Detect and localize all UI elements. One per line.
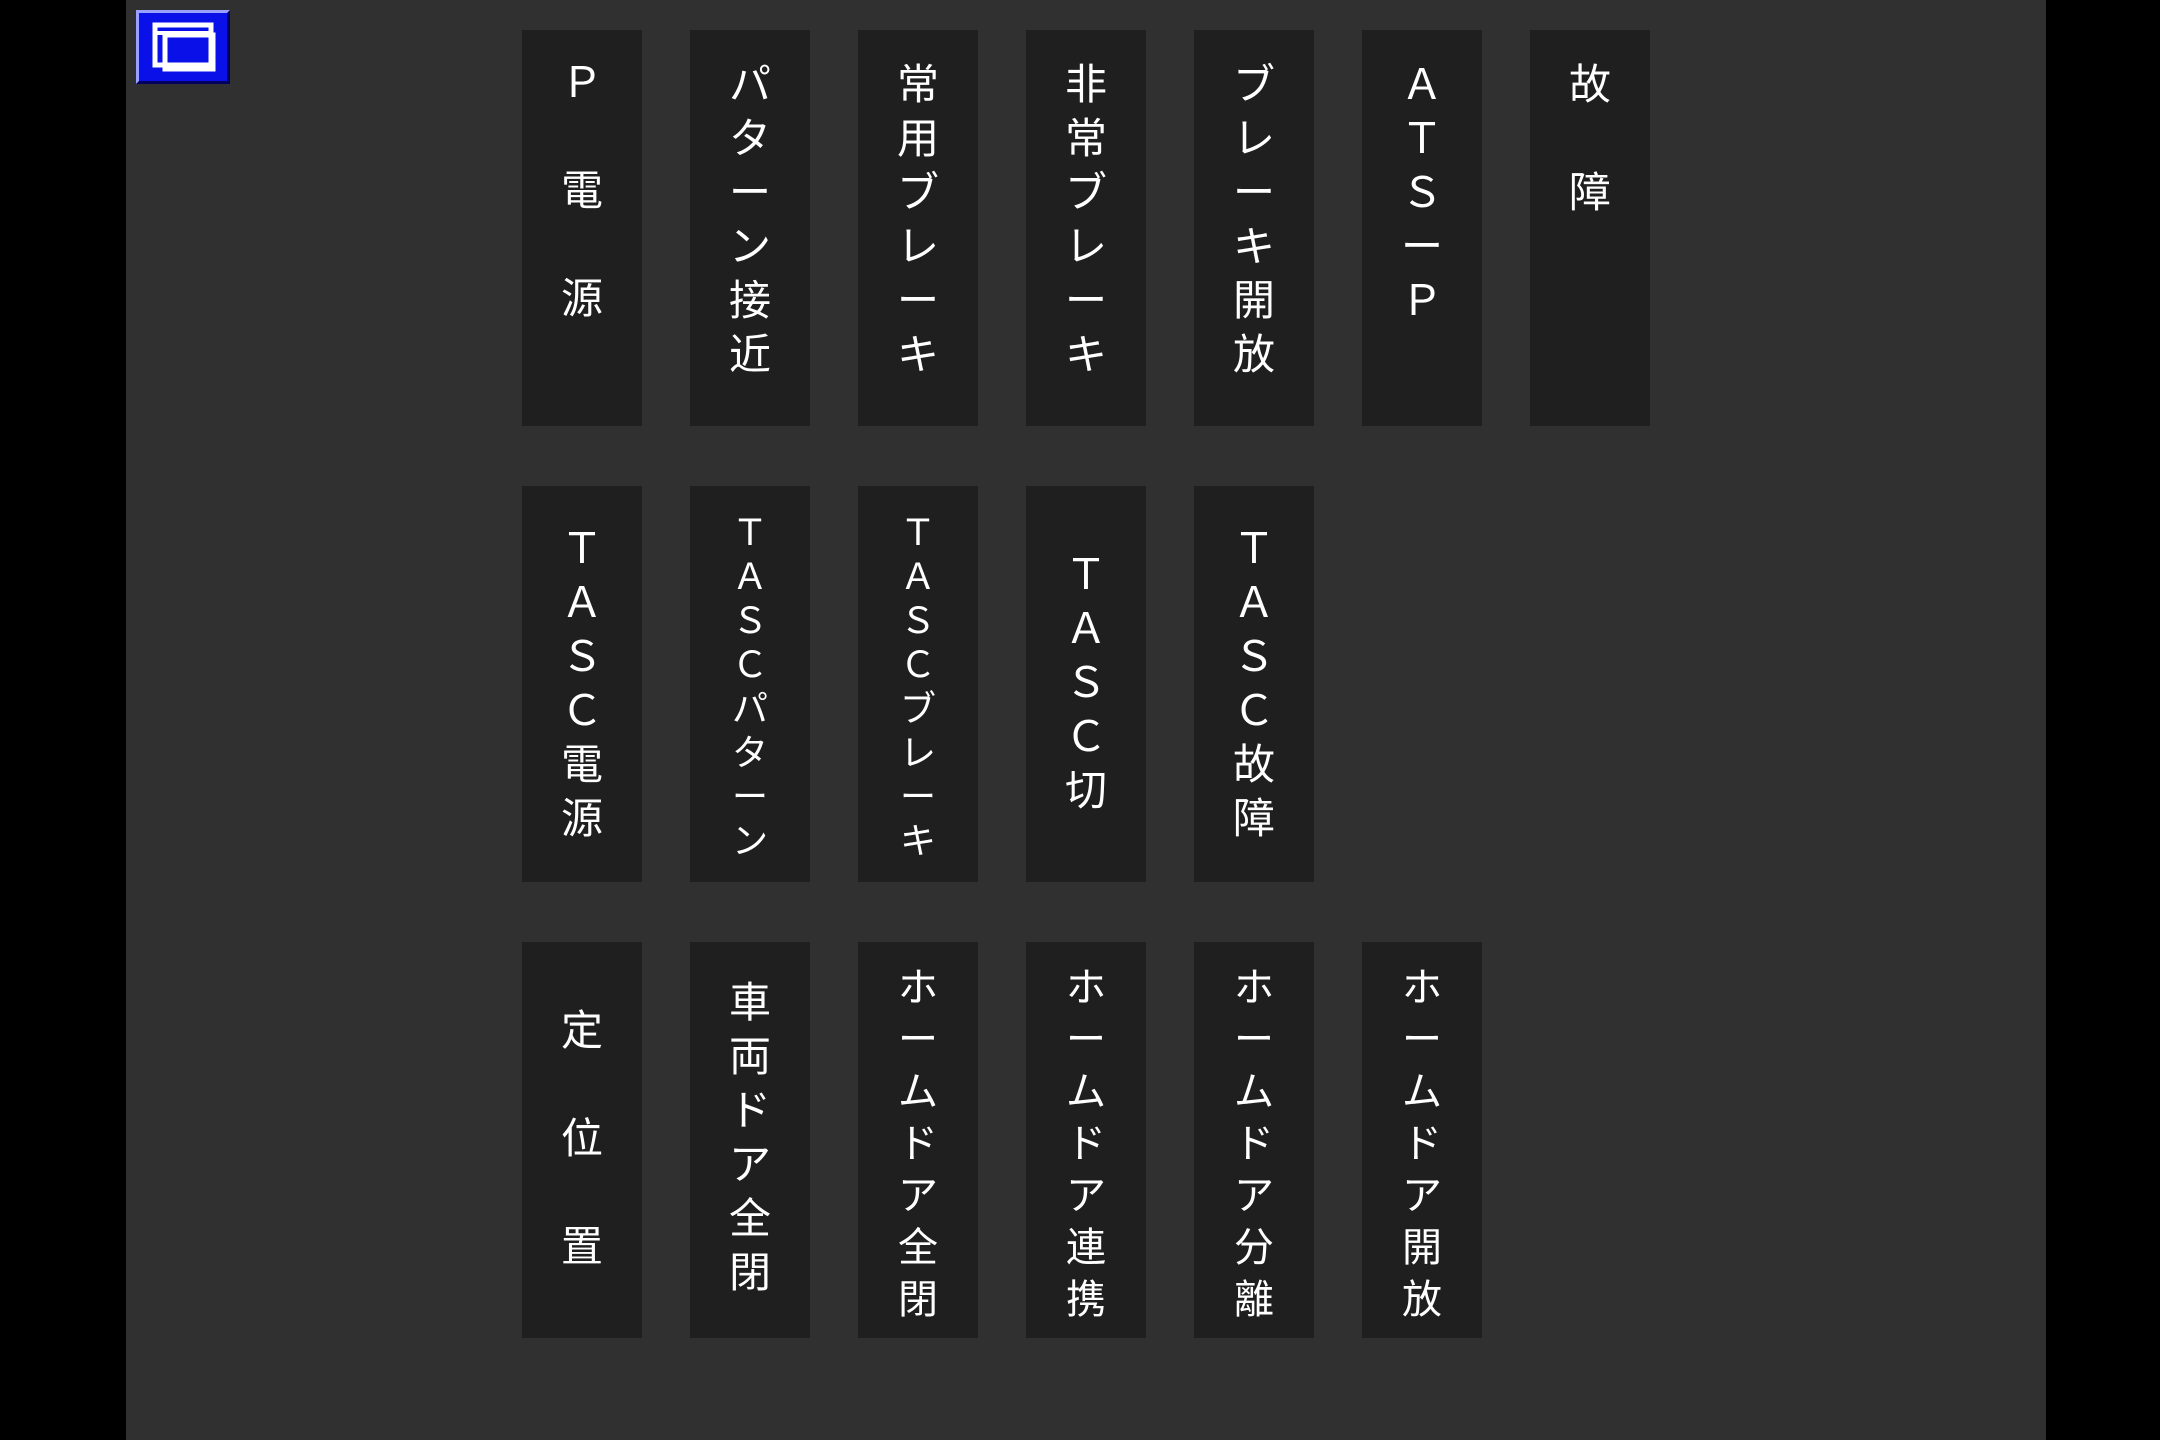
lamp-row-door: 定 位 置 車 両 ド ア 全 閉 ホ ー ム ド ア 全 閉 ホ ー ム ド …	[126, 942, 2046, 1338]
lamp-label: ホ ー ム ド ア 開 放	[1402, 965, 1442, 1323]
lamp-platform-door-closed: ホ ー ム ド ア 全 閉	[858, 942, 978, 1338]
lamp-label: 定 位 置	[560, 1006, 603, 1271]
lamp-label: Ｔ Ａ Ｓ Ｃ 故 障	[1232, 524, 1275, 843]
lamp-tasc-brake: Ｔ Ａ Ｓ Ｃ ブ レ ー キ	[858, 486, 978, 882]
lamp-label: Ａ Ｔ Ｓ ー Ｐ	[1400, 60, 1443, 325]
lamp-label: ブ レ ー キ 開 放	[1232, 60, 1275, 379]
lamp-platform-door-linked: ホ ー ム ド ア 連 携	[1026, 942, 1146, 1338]
lamp-platform-door-open: ホ ー ム ド ア 開 放	[1362, 942, 1482, 1338]
lamp-row-ats: Ｐ 電 源 パ タ ー ン 接 近 常 用 ブ レ ー キ 非 常 ブ レ ー …	[126, 30, 2046, 426]
lamp-emergency-brake: 非 常 ブ レ ー キ	[1026, 30, 1146, 426]
lamp-platform-door-separated: ホ ー ム ド ア 分 離	[1194, 942, 1314, 1338]
lamp-pattern-approach: パ タ ー ン 接 近	[690, 30, 810, 426]
lamp-brake-release: ブ レ ー キ 開 放	[1194, 30, 1314, 426]
lamp-label: Ｔ Ａ Ｓ Ｃ 切	[1064, 550, 1107, 815]
lamp-label: Ｔ Ａ Ｓ Ｃ パ タ ー ン	[731, 513, 768, 862]
lamp-label: Ｐ 電 源	[560, 58, 603, 323]
lamp-row-tasc: Ｔ Ａ Ｓ Ｃ 電 源 Ｔ Ａ Ｓ Ｃ パ タ ー ン Ｔ Ａ Ｓ Ｃ ブ レ …	[126, 486, 2046, 882]
lamp-fixed-position: 定 位 置	[522, 942, 642, 1338]
indicator-panel: Ｐ 電 源 パ タ ー ン 接 近 常 用 ブ レ ー キ 非 常 ブ レ ー …	[126, 0, 2046, 1440]
lamp-service-brake: 常 用 ブ レ ー キ	[858, 30, 978, 426]
lamp-label: Ｔ Ａ Ｓ Ｃ ブ レ ー キ	[899, 513, 936, 862]
lamp-tasc-fault: Ｔ Ａ Ｓ Ｃ 故 障	[1194, 486, 1314, 882]
lamp-label: 車 両 ド ア 全 閉	[728, 978, 771, 1297]
lamp-label: ホ ー ム ド ア 分 離	[1234, 965, 1274, 1323]
lamp-ats-p: Ａ Ｔ Ｓ ー Ｐ	[1362, 30, 1482, 426]
lamp-tasc-off: Ｔ Ａ Ｓ Ｃ 切	[1026, 486, 1146, 882]
lamp-fault: 故 障	[1530, 30, 1650, 426]
lamp-car-door-closed: 車 両 ド ア 全 閉	[690, 942, 810, 1338]
lamp-label: 常 用 ブ レ ー キ	[896, 60, 939, 379]
lamp-label: ホ ー ム ド ア 連 携	[1066, 965, 1106, 1323]
lamp-tasc-pattern: Ｔ Ａ Ｓ Ｃ パ タ ー ン	[690, 486, 810, 882]
lamp-label: Ｔ Ａ Ｓ Ｃ 電 源	[560, 524, 603, 843]
lamp-tasc-power: Ｔ Ａ Ｓ Ｃ 電 源	[522, 486, 642, 882]
lamp-label: 非 常 ブ レ ー キ	[1064, 60, 1107, 379]
lamp-label: パ タ ー ン 接 近	[728, 60, 771, 379]
lamp-label: ホ ー ム ド ア 全 閉	[898, 965, 938, 1323]
lamp-p-power: Ｐ 電 源	[522, 30, 642, 426]
lamp-label: 故 障	[1568, 60, 1611, 217]
